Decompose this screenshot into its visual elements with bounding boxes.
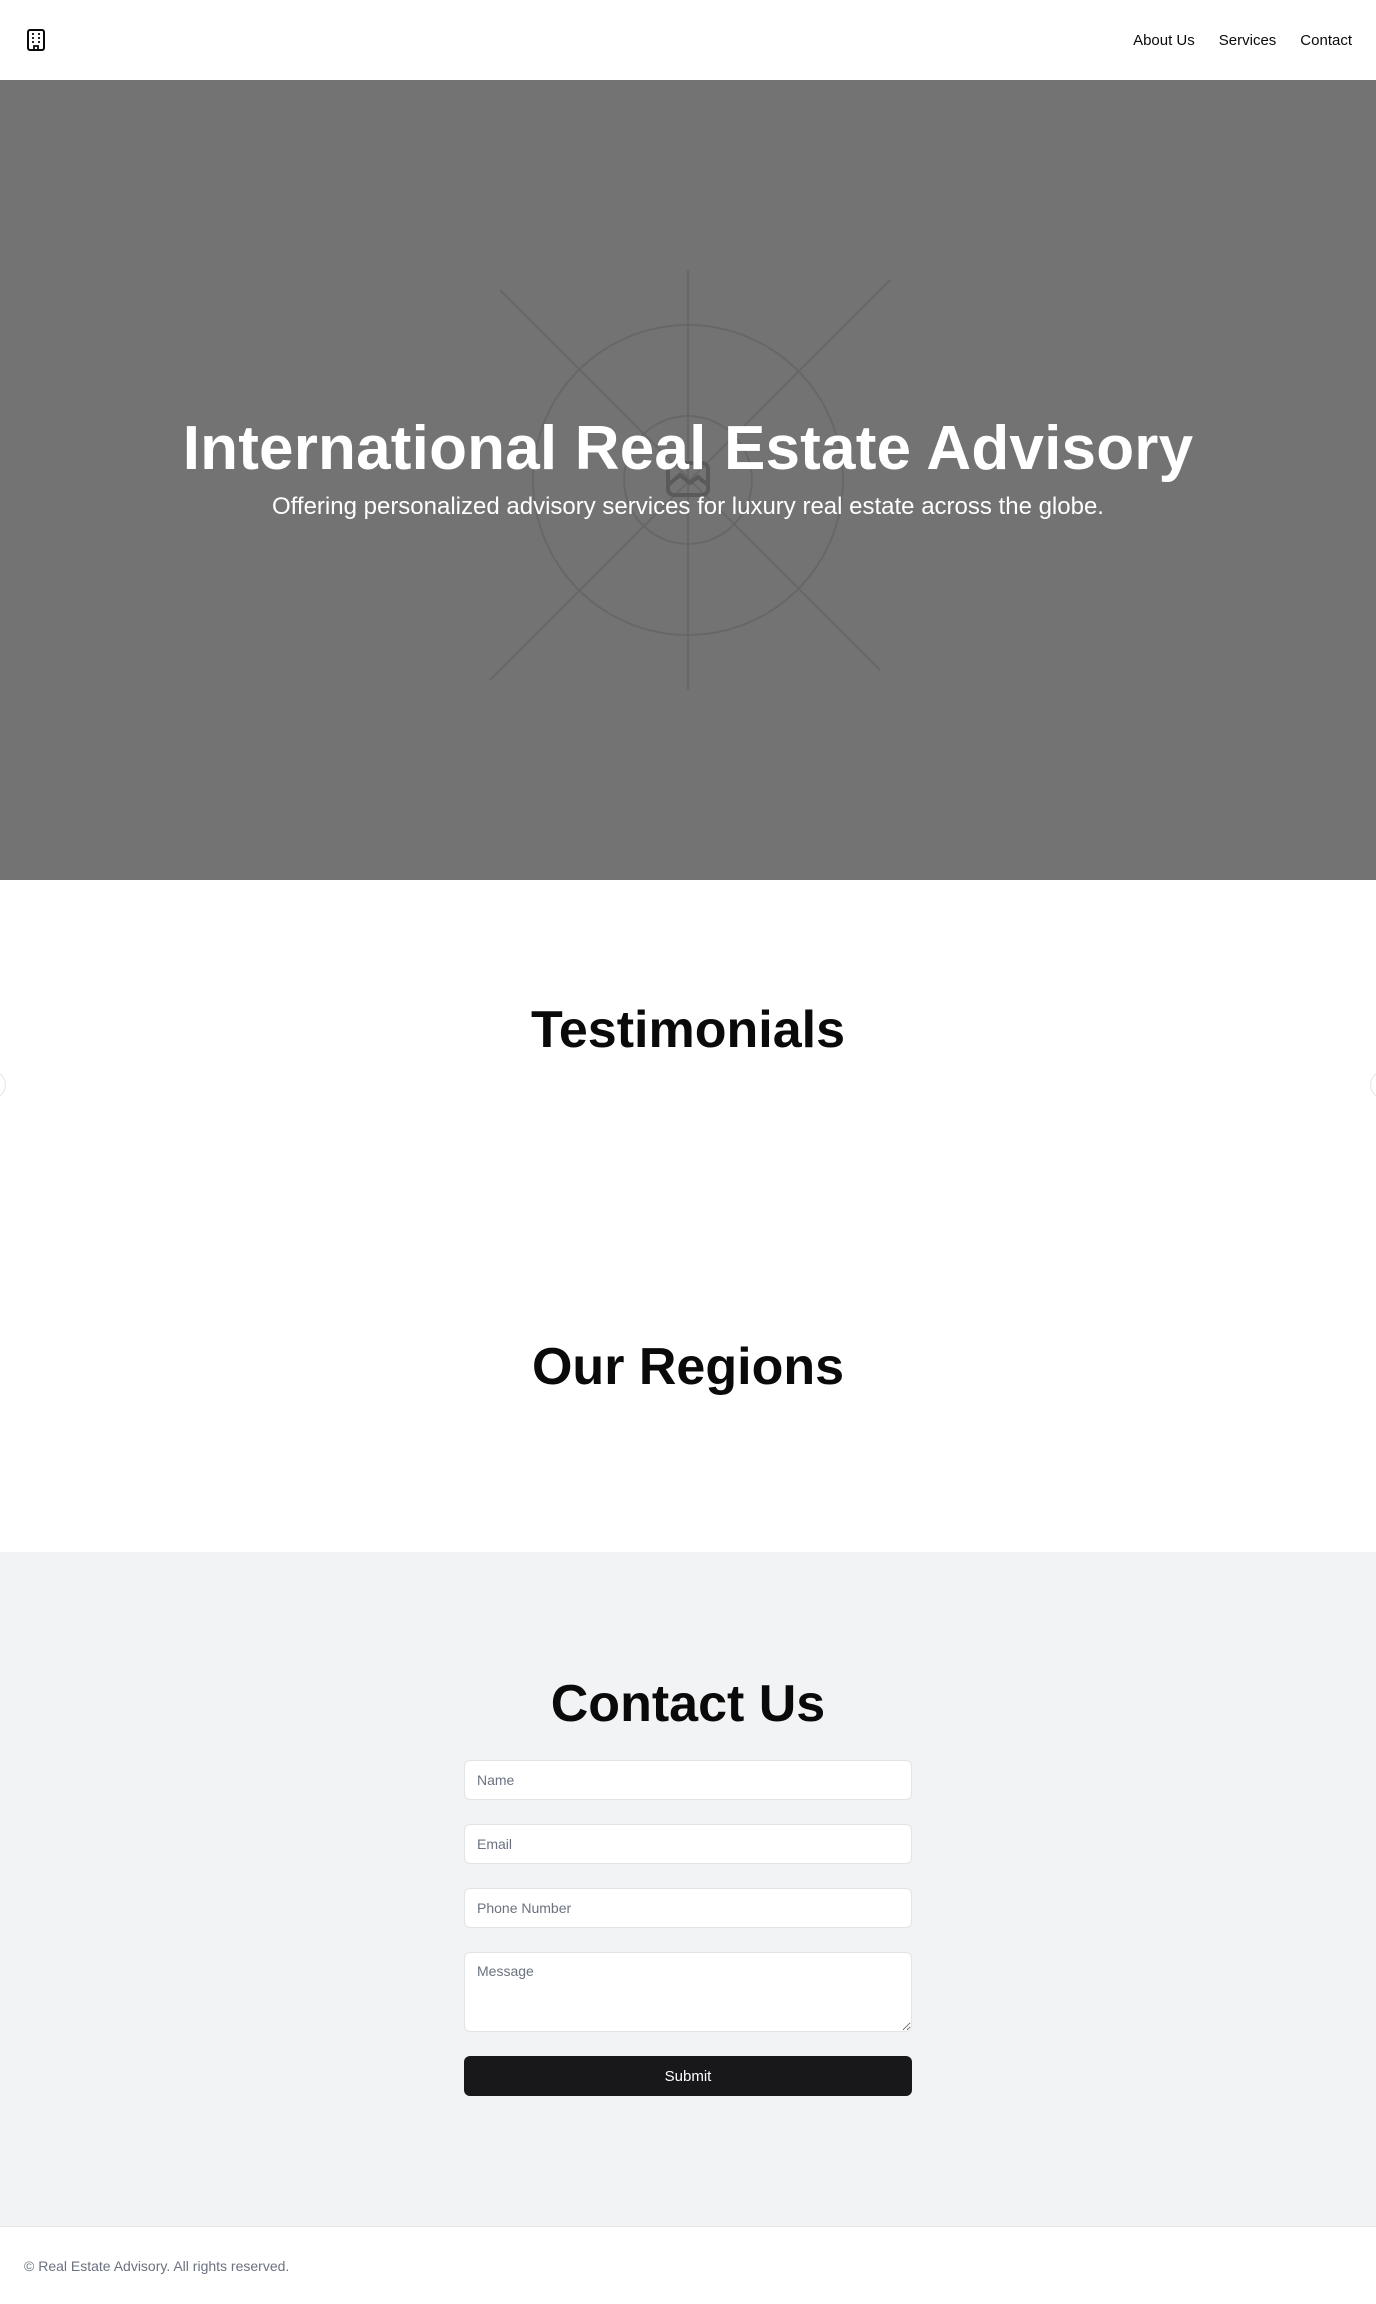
building-icon[interactable] — [24, 28, 48, 52]
nav-link-services[interactable]: Services — [1219, 32, 1277, 49]
site-footer: © Real Estate Advisory. All rights reser… — [0, 2226, 1376, 2304]
hero-subtitle: Offering personalized advisory services … — [272, 493, 1104, 521]
contact-title: Contact Us — [550, 1675, 826, 1733]
chevron-right-icon[interactable] — [1370, 1071, 1376, 1099]
testimonials-section: Testimonials — [0, 880, 1376, 1216]
contact-form: Submit — [464, 1760, 912, 2096]
site-header: About Us Services Contact — [0, 0, 1376, 80]
contact-section: Contact Us Submit — [0, 1552, 1376, 2226]
regions-title: Our Regions — [531, 1338, 845, 1396]
phone-field[interactable] — [464, 1888, 912, 1928]
nav-link-about-us[interactable]: About Us — [1133, 32, 1195, 49]
name-field[interactable] — [464, 1760, 912, 1800]
email-field[interactable] — [464, 1824, 912, 1864]
hero-text: International Real Estate Advisory Offer… — [0, 414, 1376, 522]
footer-copyright: © Real Estate Advisory. All rights reser… — [24, 2257, 290, 2274]
testimonials-title: Testimonials — [530, 1001, 845, 1059]
submit-button[interactable]: Submit — [464, 2056, 912, 2096]
hero-section: International Real Estate Advisory Offer… — [0, 80, 1376, 880]
main-nav: About Us Services Contact — [1133, 32, 1352, 49]
nav-link-contact[interactable]: Contact — [1300, 32, 1352, 49]
message-field[interactable] — [464, 1952, 912, 2032]
chevron-left-icon[interactable] — [0, 1071, 6, 1099]
regions-section: Our Regions — [0, 1216, 1376, 1552]
hero-title: International Real Estate Advisory — [182, 414, 1194, 483]
